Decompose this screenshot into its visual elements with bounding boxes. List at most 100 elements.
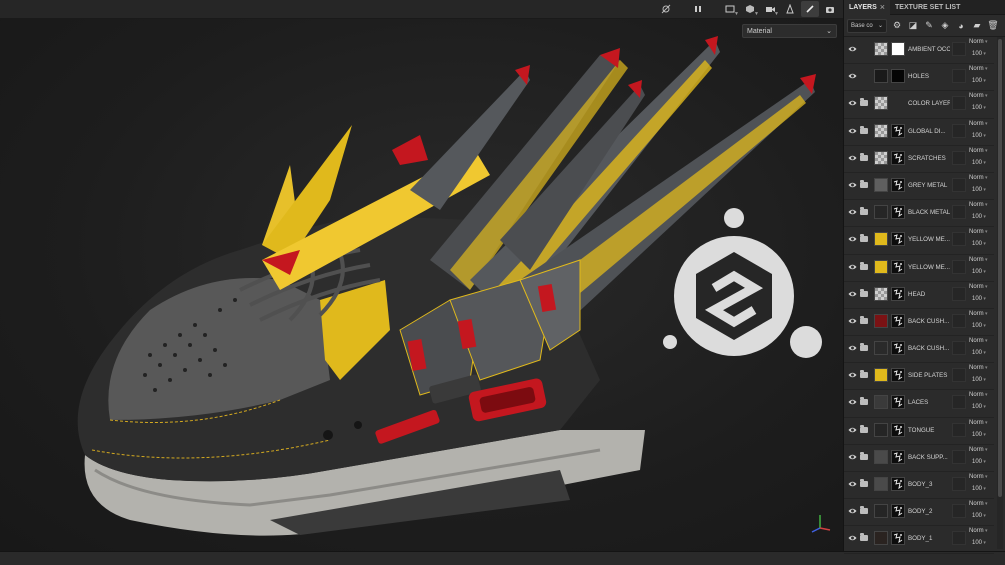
add-paint-layer-icon[interactable]: ✎ [923,19,935,33]
opacity-select[interactable]: 100 [972,269,986,275]
layer-channel-slot[interactable] [952,177,966,192]
opacity-select[interactable]: 100 [972,105,986,111]
layer-name[interactable]: BODY_1 [908,535,950,542]
layer-channel-slot[interactable] [952,123,966,138]
visibility-eye-icon[interactable] [848,426,857,434]
layer-row[interactable]: HOLES Norm 100 [844,64,994,92]
layer-row[interactable]: AMBIENT OCCL... Norm 100 [844,37,994,65]
visibility-eye-icon[interactable] [848,398,857,406]
layer-row[interactable]: YELLOW ME... Norm 100 [844,227,994,255]
layer-channel-slot[interactable] [952,259,966,274]
opacity-select[interactable]: 100 [972,241,986,247]
opacity-select[interactable]: 100 [972,133,986,139]
opacity-select[interactable]: 100 [972,78,986,84]
layer-channel-slot[interactable] [952,96,966,111]
layer-row[interactable]: LACES Norm 100 [844,390,994,418]
layer-channel-slot[interactable] [952,232,966,247]
visibility-eye-icon[interactable] [848,235,857,243]
blend-mode-select[interactable]: Norm [969,420,988,426]
layer-name[interactable]: BACK SUPP... [908,454,950,461]
blend-mode-select[interactable]: Norm [969,257,988,263]
layer-channel-slot[interactable] [952,69,966,84]
tab-layers[interactable]: LAYERS × [844,0,891,15]
add-fill-layer-icon[interactable]: ◈ [939,19,951,33]
visibility-eye-icon[interactable] [848,72,857,80]
layer-row[interactable]: BODY_2 Norm 100 [844,499,994,527]
layer-channel-slot[interactable] [952,477,966,491]
layer-row[interactable]: YELLOW ME... Norm 100 [844,255,994,282]
layer-row[interactable]: BODY_3 Norm 100 [844,472,994,500]
opacity-select[interactable]: 100 [972,432,986,438]
layer-name[interactable]: BODY_3 [908,481,950,488]
scrollbar-thumb[interactable] [998,39,1002,497]
add-mask-icon[interactable]: ◪ [907,19,919,33]
pause-icon[interactable] [689,1,707,17]
visibility-eye-icon[interactable] [848,208,857,216]
visibility-eye-icon[interactable] [848,317,857,325]
layer-channel-slot[interactable] [952,531,966,546]
visibility-eye-icon[interactable] [848,453,857,461]
visibility-eye-icon[interactable] [848,480,857,488]
opacity-select[interactable]: 100 [972,513,986,519]
layer-name[interactable]: GLOBAL DI... [908,128,950,135]
blend-mode-select[interactable]: Norm [969,392,988,398]
layer-name[interactable]: LACES [908,399,950,406]
layer-channel-slot[interactable] [952,368,966,383]
layer-channel-slot[interactable] [952,150,966,165]
blend-mode-select[interactable]: Norm [969,284,988,290]
opacity-select[interactable]: 100 [972,160,986,166]
layer-channel-slot[interactable] [952,504,966,519]
blend-mode-select[interactable]: Norm [969,365,988,371]
layer-row[interactable]: BACK CUSH... Norm 100 [844,309,994,337]
blend-mode-select[interactable]: Norm [969,229,988,235]
visibility-eye-icon[interactable] [848,127,857,135]
layer-row[interactable]: COLOR LAYERS Norm 100 [844,91,994,119]
layer-row[interactable]: SCRATCHES Norm 100 [844,146,994,173]
layers-scrollbar[interactable] [997,37,1003,549]
opacity-select[interactable]: 100 [972,486,986,492]
visibility-eye-icon[interactable] [848,263,857,271]
layer-name[interactable]: SCRATCHES [908,155,950,162]
opacity-select[interactable]: 100 [972,296,986,302]
hide-ui-icon[interactable] [657,1,675,17]
layer-name[interactable]: YELLOW ME... [908,264,950,271]
visibility-eye-icon[interactable] [848,45,857,53]
visibility-eye-icon[interactable] [848,371,857,379]
blend-mode-select[interactable]: Norm [969,39,988,45]
layer-name[interactable]: COLOR LAYERS [908,100,950,107]
blend-mode-select[interactable]: Norm [969,311,988,317]
3d-viewport[interactable]: ▼ ▼ ▼ Material ⌄ [0,0,843,551]
visibility-eye-icon[interactable] [848,534,857,542]
blend-mode-select[interactable]: Norm [969,175,988,181]
layer-channel-slot[interactable] [952,286,966,301]
visibility-eye-icon[interactable] [848,181,857,189]
layer-name[interactable]: HOLES [908,73,950,80]
layer-name[interactable]: TONGUE [908,427,950,434]
layer-row[interactable]: SIDE PLATES Norm 100 [844,363,994,391]
3d-view-icon[interactable]: ▼ [741,1,759,17]
opacity-select[interactable]: 100 [972,459,986,465]
layer-row[interactable]: BACK CUSH... Norm 100 [844,336,994,364]
layer-name[interactable]: BACK CUSH... [908,318,950,325]
channel-select[interactable]: Base co ⌄ [847,18,887,33]
layer-name[interactable]: GREY METAL [908,182,950,189]
layer-name[interactable]: SIDE PLATES [908,372,950,379]
blend-mode-select[interactable]: Norm [969,66,988,72]
blend-mode-select[interactable]: Norm [969,121,988,127]
layer-name[interactable]: BACK CUSH... [908,345,950,352]
layer-row[interactable]: GREY METAL Norm 100 [844,173,994,201]
opacity-select[interactable]: 100 [972,51,986,57]
display-mode-icon[interactable]: ▼ [721,1,739,17]
visibility-eye-icon[interactable] [848,290,857,298]
layer-row[interactable]: BODY_1 Norm 100 [844,526,994,554]
layer-name[interactable]: YELLOW ME... [908,236,950,243]
opacity-select[interactable]: 100 [972,323,986,329]
shoe-3d-model[interactable] [0,19,843,551]
lighting-icon[interactable] [781,1,799,17]
layer-row[interactable]: HEAD Norm 100 [844,282,994,309]
blend-mode-select[interactable]: Norm [969,202,988,208]
visibility-eye-icon[interactable] [848,507,857,515]
add-effect-icon[interactable]: ⚙ [891,19,903,33]
blend-mode-select[interactable]: Norm [969,93,988,99]
layer-name[interactable]: HEAD [908,291,950,298]
